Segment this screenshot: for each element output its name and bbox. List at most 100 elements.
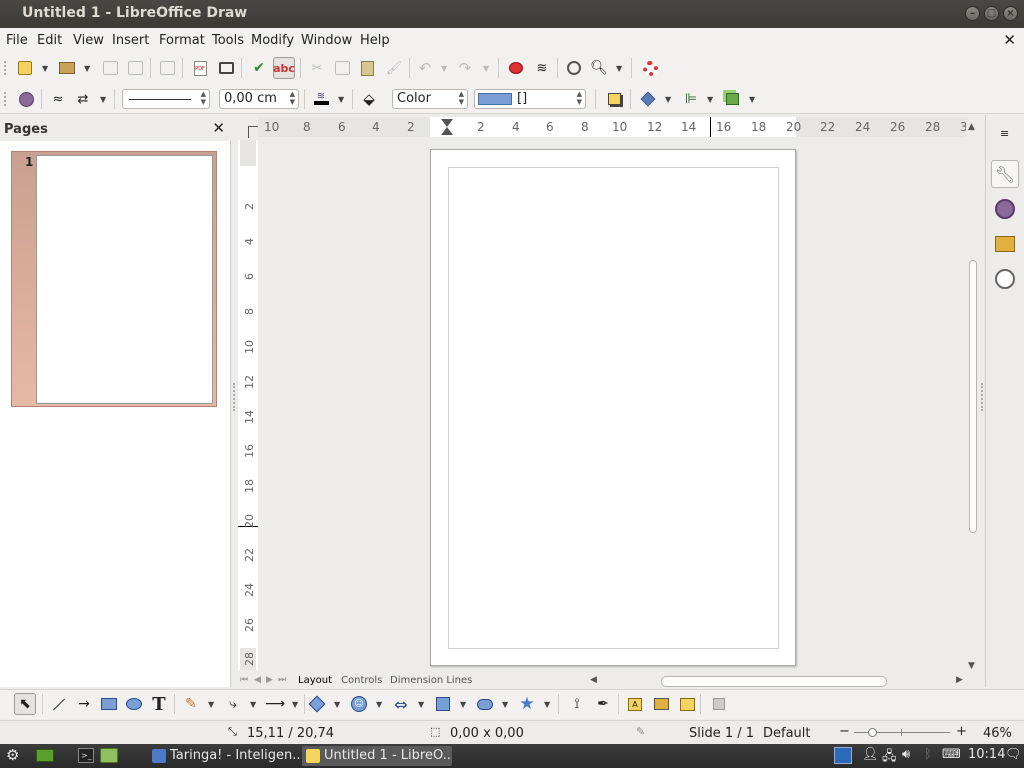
flowchart-icon[interactable] bbox=[432, 693, 454, 715]
tab-nav-next-icon[interactable]: ▶ bbox=[266, 675, 273, 685]
show-draw-functions-icon[interactable] bbox=[505, 57, 527, 79]
user-icon[interactable]: 👤︎ bbox=[862, 747, 879, 762]
tab-nav-last-icon[interactable]: ⏭ bbox=[278, 675, 286, 685]
show-desktop-icon[interactable] bbox=[36, 749, 54, 762]
transformations-icon[interactable]: ≋ bbox=[531, 57, 553, 79]
rotate-object-icon[interactable] bbox=[637, 88, 659, 110]
scroll-left-icon[interactable]: ◀ bbox=[590, 675, 597, 685]
block-arrows-dropdown-icon[interactable]: ▼ bbox=[418, 700, 424, 709]
zoom-icon[interactable]: 🔍︎ bbox=[588, 57, 610, 79]
menu-insert[interactable]: Insert bbox=[112, 33, 149, 48]
notifications-icon[interactable]: 🗨︎ bbox=[1005, 747, 1022, 762]
area-style-select[interactable]: Color ▲ ▼ bbox=[392, 89, 468, 109]
drawing-canvas[interactable] bbox=[258, 140, 968, 675]
tab-controls[interactable]: Controls bbox=[341, 675, 382, 686]
auto-spellcheck-icon[interactable]: abc bbox=[273, 57, 295, 79]
paste-icon[interactable] bbox=[356, 57, 378, 79]
system-monitor-icon[interactable] bbox=[834, 747, 852, 764]
line-icon[interactable]: ≈ bbox=[47, 88, 69, 110]
zoom-slider[interactable] bbox=[854, 728, 950, 737]
redo-icon[interactable]: ↷ bbox=[454, 57, 476, 79]
curve-tool-icon[interactable]: ✎ bbox=[180, 693, 202, 715]
text-tool-icon[interactable]: T bbox=[148, 693, 170, 715]
vertical-scrollbar[interactable]: ▲ ▼ bbox=[966, 120, 980, 675]
line-style-select[interactable]: ▲ ▼ bbox=[122, 89, 210, 109]
volume-icon[interactable]: 🔊︎ bbox=[902, 747, 910, 762]
menu-modify[interactable]: Modify bbox=[251, 33, 294, 48]
save-icon[interactable] bbox=[99, 57, 121, 79]
zoom-in-icon[interactable]: + bbox=[956, 724, 967, 739]
line-color-dropdown-icon[interactable]: ▼ bbox=[338, 95, 344, 104]
flowchart-dropdown-icon[interactable]: ▼ bbox=[460, 700, 466, 709]
document-modified-icon[interactable]: ✎ bbox=[636, 725, 645, 738]
menu-view[interactable]: View bbox=[73, 33, 104, 48]
menu-tools[interactable]: Tools bbox=[212, 33, 244, 48]
zoom-slider-handle[interactable] bbox=[868, 728, 877, 737]
network-icon[interactable]: 🖧︎ bbox=[882, 747, 897, 768]
open-dropdown-icon[interactable]: ▼ bbox=[84, 64, 90, 73]
spelling-icon[interactable]: ✔ bbox=[248, 57, 270, 79]
connector-tool-icon[interactable]: ⤷ bbox=[222, 693, 244, 715]
vertical-scroll-thumb[interactable] bbox=[969, 260, 977, 533]
sidebar-splitter[interactable] bbox=[980, 115, 985, 687]
arrow-style-icon[interactable]: ⇄ bbox=[72, 88, 94, 110]
fontwork-icon[interactable]: A bbox=[624, 693, 646, 715]
page-thumbnail[interactable]: 1 bbox=[11, 151, 217, 407]
tab-dimension-lines[interactable]: Dimension Lines bbox=[390, 675, 472, 686]
toolbar-grip-icon[interactable] bbox=[4, 92, 7, 106]
scroll-right-icon[interactable]: ▶ bbox=[956, 675, 963, 685]
styles-icon[interactable] bbox=[15, 88, 37, 110]
menu-help[interactable]: Help bbox=[360, 33, 390, 48]
line-tool-icon[interactable] bbox=[48, 693, 70, 715]
new-document-icon[interactable] bbox=[14, 57, 36, 79]
properties-wrench-icon[interactable]: 🔧︎ bbox=[991, 160, 1019, 188]
basic-shapes-icon[interactable] bbox=[306, 693, 328, 715]
basic-shapes-dropdown-icon[interactable]: ▼ bbox=[334, 700, 340, 709]
print-icon[interactable] bbox=[215, 57, 237, 79]
horizontal-ruler[interactable]: 10 8 6 4 2 2 4 6 8 10 12 14 16 18 20 22 … bbox=[258, 115, 968, 139]
undo-dropdown-icon[interactable]: ▼ bbox=[441, 64, 447, 73]
menu-file[interactable]: File bbox=[6, 33, 28, 48]
ellipse-tool-icon[interactable] bbox=[123, 693, 145, 715]
rotate-dropdown-icon[interactable]: ▼ bbox=[665, 95, 671, 104]
menu-edit[interactable]: Edit bbox=[37, 33, 62, 48]
zoom-out-icon[interactable]: − bbox=[839, 724, 850, 739]
lines-arrows-tool-icon[interactable]: ⟶ bbox=[264, 693, 286, 715]
connector-dropdown-icon[interactable]: ▼ bbox=[250, 700, 256, 709]
sidebar-menu-icon[interactable]: ≡ bbox=[1000, 127, 1009, 140]
area-fill-icon[interactable]: ⬙ bbox=[358, 88, 380, 110]
zoom-dropdown-icon[interactable]: ▼ bbox=[616, 64, 622, 73]
navigator-sidebar-icon[interactable] bbox=[991, 265, 1019, 293]
bluetooth-icon[interactable]: ᛒ bbox=[924, 747, 932, 762]
align-dropdown-icon[interactable]: ▼ bbox=[707, 95, 713, 104]
shadow-icon[interactable] bbox=[603, 88, 625, 110]
terminal-icon[interactable]: >_ bbox=[78, 748, 94, 763]
minimize-button[interactable]: – bbox=[965, 6, 980, 21]
points-icon[interactable]: ⟟ bbox=[566, 693, 588, 715]
rectangle-tool-icon[interactable] bbox=[98, 693, 120, 715]
email-icon[interactable] bbox=[124, 57, 146, 79]
styles-sidebar-icon[interactable] bbox=[991, 195, 1019, 223]
tab-layout[interactable]: Layout bbox=[298, 675, 332, 686]
system-gear-icon[interactable]: ⚙ bbox=[6, 746, 19, 764]
block-arrows-icon[interactable]: ⇔ bbox=[390, 693, 412, 715]
insert-image-icon[interactable] bbox=[650, 693, 672, 715]
line-width-input[interactable]: 0,00 cm ▲ ▼ bbox=[219, 89, 299, 109]
cut-icon[interactable]: ✂ bbox=[306, 57, 328, 79]
redo-dropdown-icon[interactable]: ▼ bbox=[483, 64, 489, 73]
menu-format[interactable]: Format bbox=[159, 33, 205, 48]
scroll-up-icon[interactable]: ▲ bbox=[968, 122, 975, 132]
arrange-icon[interactable] bbox=[721, 88, 743, 110]
edit-file-icon[interactable] bbox=[156, 57, 178, 79]
export-pdf-icon[interactable]: PDF bbox=[189, 57, 211, 79]
toolbar-grip-icon[interactable] bbox=[4, 61, 7, 75]
clone-formatting-icon[interactable]: 🖌 bbox=[383, 57, 405, 79]
task-browser[interactable]: Taringa! - Inteligen... bbox=[148, 746, 300, 766]
tab-nav-prev-icon[interactable]: ◀ bbox=[254, 675, 261, 685]
zoom-level[interactable]: 46% bbox=[983, 726, 1012, 741]
menu-window[interactable]: Window bbox=[301, 33, 352, 48]
align-icon[interactable]: ⊫ bbox=[680, 88, 702, 110]
area-color-select[interactable]: [] ▲ ▼ bbox=[474, 89, 586, 109]
close-button[interactable]: × bbox=[1003, 6, 1018, 21]
close-document-icon[interactable]: ✕ bbox=[1003, 31, 1016, 49]
